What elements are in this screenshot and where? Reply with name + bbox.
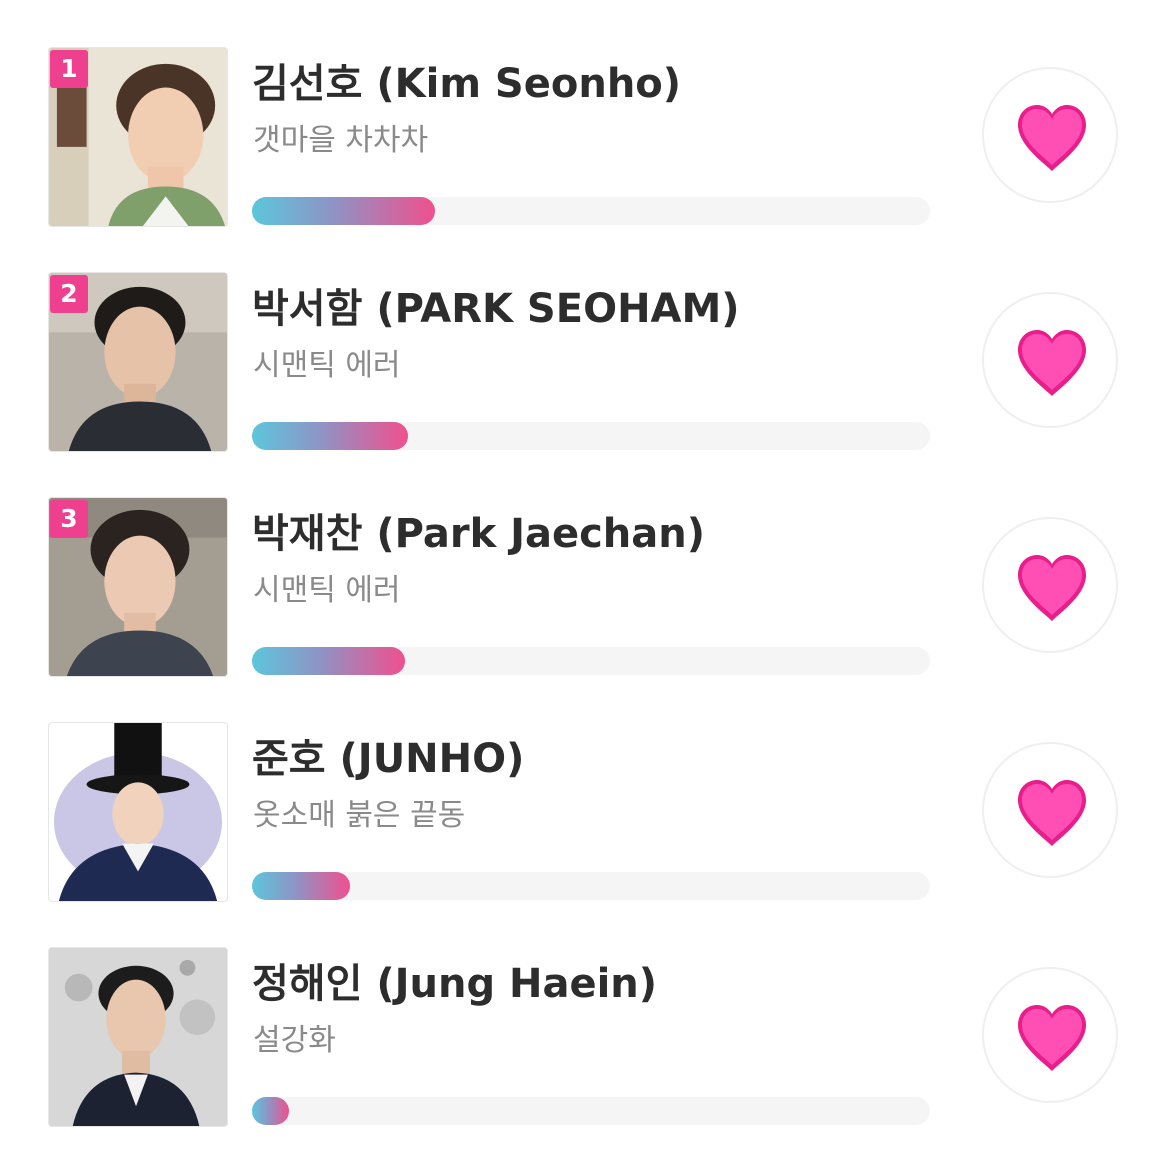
vote-heart-button[interactable] bbox=[982, 742, 1118, 878]
vote-progress-bar bbox=[252, 197, 930, 225]
vote-progress-fill bbox=[252, 197, 436, 225]
vote-progress-bar bbox=[252, 872, 930, 900]
heart-icon bbox=[1018, 330, 1086, 396]
heart-icon bbox=[1018, 555, 1086, 621]
vote-heart-button[interactable] bbox=[982, 967, 1118, 1103]
heart-icon bbox=[1018, 1005, 1086, 1071]
vote-progress-fill bbox=[252, 1097, 290, 1125]
ranking-list: 1 김선호 (Kim Seonho) 갯마을 차차차 2 박서함 (PARK S… bbox=[0, 0, 1170, 1163]
vote-progress-fill bbox=[252, 872, 351, 900]
actor-name: 준호 (JUNHO) bbox=[252, 736, 525, 782]
actor-name: 김선호 (Kim Seonho) bbox=[252, 61, 682, 107]
actor-photo-image bbox=[49, 948, 227, 1126]
drama-title: 설강화 bbox=[253, 1023, 336, 1058]
actor-photo[interactable] bbox=[48, 947, 228, 1127]
list-item[interactable]: 3 박재찬 (Park Jaechan) 시맨틱 에러 bbox=[0, 497, 1170, 677]
list-item[interactable]: 1 김선호 (Kim Seonho) 갯마을 차차차 bbox=[0, 47, 1170, 227]
vote-heart-button[interactable] bbox=[982, 292, 1118, 428]
vote-progress-fill bbox=[252, 647, 405, 675]
drama-title: 갯마을 차차차 bbox=[253, 123, 429, 158]
drama-title: 옷소매 붉은 끝동 bbox=[253, 798, 466, 833]
actor-name: 박재찬 (Park Jaechan) bbox=[252, 511, 706, 557]
rank-badge: 2 bbox=[50, 275, 88, 313]
vote-progress-bar bbox=[252, 647, 930, 675]
vote-progress-fill bbox=[252, 422, 408, 450]
heart-icon bbox=[1018, 780, 1086, 846]
drama-title: 시맨틱 에러 bbox=[253, 573, 401, 608]
drama-title: 시맨틱 에러 bbox=[253, 348, 401, 383]
actor-photo-image bbox=[49, 723, 227, 901]
actor-photo[interactable] bbox=[48, 722, 228, 902]
list-item[interactable]: 2 박서함 (PARK SEOHAM) 시맨틱 에러 bbox=[0, 272, 1170, 452]
vote-progress-bar bbox=[252, 422, 930, 450]
actor-name: 정해인 (Jung Haein) bbox=[252, 961, 658, 1007]
vote-heart-button[interactable] bbox=[982, 517, 1118, 653]
rank-badge: 3 bbox=[50, 500, 88, 538]
vote-heart-button[interactable] bbox=[982, 67, 1118, 203]
rank-badge: 1 bbox=[50, 50, 88, 88]
list-item[interactable]: 준호 (JUNHO) 옷소매 붉은 끝동 bbox=[0, 722, 1170, 902]
actor-name: 박서함 (PARK SEOHAM) bbox=[252, 286, 740, 332]
vote-progress-bar bbox=[252, 1097, 930, 1125]
heart-icon bbox=[1018, 105, 1086, 171]
list-item[interactable]: 정해인 (Jung Haein) 설강화 bbox=[0, 947, 1170, 1127]
